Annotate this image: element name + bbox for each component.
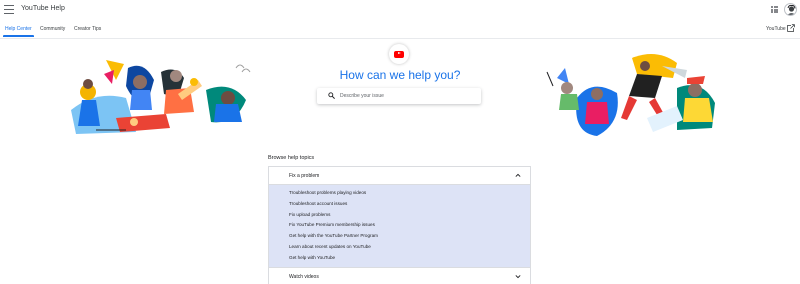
list-item[interactable]: Get help with YouTube (269, 252, 530, 263)
hero-illustration-left (71, 60, 251, 134)
chevron-up-icon[interactable] (515, 173, 521, 178)
list-item[interactable]: Fix upload problems (269, 209, 530, 220)
youtube-link[interactable]: YouTube (766, 26, 786, 32)
list-item[interactable]: Get help with the YouTube Partner Progra… (269, 230, 530, 241)
chevron-down-icon[interactable] (515, 274, 521, 279)
account-avatar[interactable] (784, 3, 797, 16)
section-watch-videos[interactable]: Watch videos (269, 267, 530, 284)
list-item[interactable]: Troubleshoot problems playing videos (269, 187, 530, 198)
open-in-new-icon[interactable] (787, 24, 795, 32)
section-label: Fix a problem (289, 173, 320, 179)
tab-help-center[interactable]: Help Center (5, 26, 32, 32)
list-item[interactable]: Troubleshoot account issues (269, 198, 530, 209)
hero-illustration-right (546, 54, 715, 136)
search-input[interactable]: Describe your issue (317, 88, 481, 104)
section-label: Watch videos (289, 273, 319, 280)
help-topics-accordion: Fix a problem Troubleshoot problems play… (268, 166, 531, 284)
tab-community[interactable]: Community (40, 26, 65, 32)
apps-grid-icon[interactable] (771, 6, 778, 13)
section-fix-a-problem-items: Troubleshoot problems playing videos Tro… (269, 184, 530, 268)
list-item[interactable]: Learn about recent updates on YouTube (269, 241, 530, 252)
tab-creator-tips[interactable]: Creator Tips (74, 26, 101, 32)
section-fix-a-problem[interactable]: Fix a problem (269, 167, 530, 184)
search-placeholder: Describe your issue (340, 93, 384, 99)
app-title[interactable]: YouTube Help (21, 5, 65, 12)
nav-tabs: Help Center Community Creator Tips (0, 20, 800, 39)
list-item[interactable]: Fix YouTube Premium membership issues (269, 219, 530, 230)
browse-topics-heading: Browse help topics (268, 155, 315, 161)
youtube-logo-icon (389, 44, 409, 64)
menu-icon[interactable] (4, 5, 14, 14)
search-icon[interactable] (328, 92, 335, 99)
active-tab-indicator (3, 35, 34, 37)
hero-title: How can we help you? (339, 68, 461, 82)
top-app-bar: YouTube Help (0, 0, 800, 20)
